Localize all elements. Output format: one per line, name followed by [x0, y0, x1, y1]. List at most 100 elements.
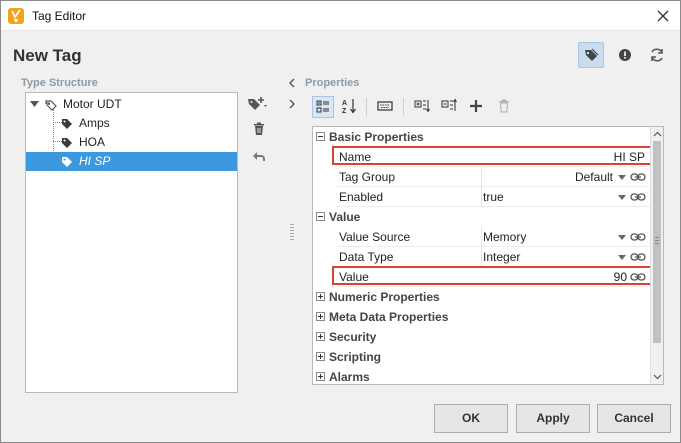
collapse-all-icon: [441, 98, 457, 111]
collapse-right-icon[interactable]: [288, 99, 296, 109]
tree-item-hoa[interactable]: HOA: [26, 133, 237, 152]
sort-az-icon: A Z: [342, 99, 356, 115]
link-icon[interactable]: [630, 272, 646, 282]
categorized-view-button[interactable]: [312, 96, 334, 118]
category-value[interactable]: Value: [313, 207, 651, 227]
tree-item-hi-sp[interactable]: HI SP: [26, 152, 237, 171]
property-grid-scrollbar[interactable]: [650, 127, 663, 384]
property-value-select[interactable]: Memory: [483, 230, 526, 244]
property-name: Name: [339, 150, 372, 164]
expand-all-icon: [414, 100, 430, 113]
collapse-toggle[interactable]: [316, 132, 325, 141]
scroll-down-icon[interactable]: [653, 372, 662, 381]
window-title: Tag Editor: [32, 9, 87, 23]
page-title: New Tag: [13, 46, 82, 65]
keyboard-button[interactable]: [375, 96, 397, 118]
category-basic-properties[interactable]: Basic Properties: [313, 127, 651, 147]
add-icon: [470, 100, 482, 112]
expand-toggle[interactable]: [316, 312, 325, 321]
apply-button[interactable]: Apply: [516, 404, 590, 433]
tree-item-amps[interactable]: Amps: [26, 114, 237, 133]
udt-icon: [45, 100, 57, 111]
svg-text:A: A: [342, 100, 347, 107]
category-meta-data-properties[interactable]: Meta Data Properties: [313, 307, 651, 327]
expand-toggle[interactable]: [316, 372, 325, 381]
property-value-select[interactable]: true: [483, 190, 504, 204]
chevron-down-icon[interactable]: [618, 175, 626, 180]
tag-view-button[interactable]: [578, 42, 604, 68]
category-label: Numeric Properties: [329, 290, 440, 304]
chevron-down-icon[interactable]: [618, 235, 626, 240]
category-scripting[interactable]: Scripting: [313, 347, 651, 367]
scroll-up-icon[interactable]: [653, 130, 662, 139]
expand-toggle[interactable]: [316, 352, 325, 361]
category-label: Security: [329, 330, 377, 344]
tag-icon: [62, 138, 72, 148]
info-button[interactable]: [612, 42, 638, 68]
chevron-down-icon[interactable]: [618, 195, 626, 200]
tag-icon: [62, 119, 72, 129]
refresh-button[interactable]: [644, 42, 670, 68]
property-value-select[interactable]: Integer: [483, 250, 520, 264]
close-window-button[interactable]: [654, 7, 672, 25]
tree-item-label: HI SP: [79, 154, 111, 168]
chevron-down-icon[interactable]: [618, 255, 626, 260]
sort-alphabetical-button[interactable]: A Z: [339, 96, 361, 118]
property-value-input[interactable]: 90: [614, 270, 627, 284]
property-name: Value Source: [339, 230, 411, 244]
cancel-button[interactable]: Cancel: [597, 404, 671, 433]
tag-icon: [62, 157, 72, 167]
property-row-value[interactable]: Value 90: [313, 267, 651, 287]
svg-text:Z: Z: [342, 108, 347, 115]
type-structure-label: Type Structure: [21, 77, 98, 89]
delete-property-button[interactable]: [494, 96, 516, 118]
property-value-select[interactable]: Default: [575, 170, 613, 184]
link-icon[interactable]: [630, 252, 646, 262]
category-alarms[interactable]: Alarms: [313, 367, 651, 384]
expand-all-button[interactable]: [412, 96, 434, 118]
expand-toggle[interactable]: [316, 292, 325, 301]
property-grid: Basic Properties Name HI SP Tag Group De…: [312, 126, 664, 385]
category-label: Meta Data Properties: [329, 310, 449, 324]
delete-tag-button[interactable]: [250, 120, 270, 140]
type-structure-tree: Motor UDT Amps HOA HI SP: [25, 92, 238, 393]
ok-button[interactable]: OK: [434, 404, 508, 433]
tree-item-label: Amps: [79, 116, 110, 130]
expand-arrow-icon[interactable]: [30, 101, 39, 108]
keyboard-icon: [377, 101, 393, 111]
category-security[interactable]: Security: [313, 327, 651, 347]
property-row-value-source[interactable]: Value Source Memory: [313, 227, 651, 247]
tag-editor-window: Tag Editor New Tag Type Structure Motor …: [0, 0, 681, 443]
link-icon[interactable]: [630, 192, 646, 202]
category-numeric-properties[interactable]: Numeric Properties: [313, 287, 651, 307]
link-icon[interactable]: [630, 172, 646, 182]
add-tag-icon: [248, 97, 267, 110]
trash-icon: [499, 99, 509, 113]
add-property-button[interactable]: [466, 96, 488, 118]
property-name: Data Type: [339, 250, 394, 264]
undo-button[interactable]: [250, 147, 270, 167]
property-value-input[interactable]: HI SP: [614, 150, 645, 164]
ignition-app-icon: [8, 8, 24, 24]
category-label: Scripting: [329, 350, 382, 364]
info-icon: [619, 49, 631, 61]
tree-item-label: Motor UDT: [63, 97, 122, 111]
tree-item-motor-udt[interactable]: Motor UDT: [26, 95, 237, 114]
collapse-all-button[interactable]: [439, 96, 461, 118]
properties-toolbar: A Z: [311, 95, 663, 119]
splitter-handle[interactable]: [290, 224, 294, 244]
expand-toggle[interactable]: [316, 332, 325, 341]
property-row-enabled[interactable]: Enabled true: [313, 187, 651, 207]
add-tag-button[interactable]: [246, 95, 267, 115]
category-label: Basic Properties: [329, 130, 424, 144]
collapse-left-icon[interactable]: [288, 78, 296, 88]
property-row-data-type[interactable]: Data Type Integer: [313, 247, 651, 267]
link-icon[interactable]: [630, 232, 646, 242]
property-row-tag-group[interactable]: Tag Group Default: [313, 167, 651, 187]
property-row-name[interactable]: Name HI SP: [313, 147, 651, 167]
scrollbar-thumb[interactable]: [653, 141, 661, 343]
refresh-icon: [651, 48, 663, 62]
undo-icon: [253, 152, 265, 161]
categorized-icon: [316, 100, 329, 113]
collapse-toggle[interactable]: [316, 212, 325, 221]
